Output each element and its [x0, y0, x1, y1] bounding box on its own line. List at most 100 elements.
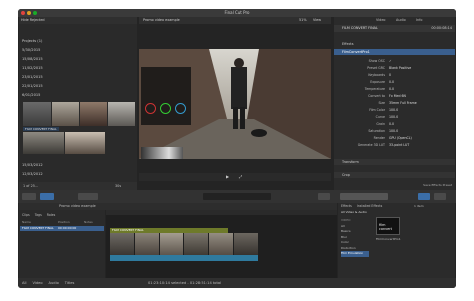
histogram [141, 147, 183, 159]
timeline-header: Promo video example [19, 203, 337, 210]
app-window: Final Cut Pro Hide Rejected Projects (1)… [18, 9, 456, 288]
inspector-panel: Video Audio Info FILM CONVERT FINAL 00:0… [334, 17, 455, 191]
clip-title: FILM CONVERT FINAL [342, 26, 378, 30]
param-checkbox[interactable]: ✓ [389, 59, 392, 63]
color-wheel-icon[interactable] [145, 103, 156, 114]
fullscreen-icon[interactable]: ⤢ [239, 173, 242, 181]
timecode-display[interactable] [203, 193, 271, 200]
param-value[interactable]: 0.0 [389, 122, 394, 126]
param-value[interactable]: 35mm Full Frame [389, 101, 417, 105]
clip-filmstrip[interactable] [23, 132, 105, 154]
audio-waveform[interactable] [110, 255, 258, 261]
param-label: Exposure [370, 80, 385, 84]
clip-name-label: FILM CONVERT FINAL [23, 127, 59, 131]
transitions-button[interactable] [434, 193, 446, 200]
param-label: Grain [376, 122, 385, 126]
effects-browser: Effects Installed Effects All Video & Au… [338, 203, 455, 278]
param-label: Film Color [369, 108, 385, 112]
tab-clips[interactable]: Clips [22, 213, 30, 217]
timeline-title: Promo video example [59, 204, 96, 208]
viewer-header: Promo video example 51% View [139, 17, 331, 24]
effect-thumbnail[interactable]: film convert [376, 217, 400, 235]
color-scopes-overlay [141, 67, 191, 125]
tab-audio[interactable]: Audio [396, 17, 406, 24]
event-item[interactable]: 6/01/2015 [22, 93, 40, 97]
tab-tags[interactable]: Tags [35, 213, 42, 217]
event-item[interactable]: 12/03/2012 [22, 172, 43, 176]
table-row[interactable]: FILM CONVERT FINAL 00:00:00:00 [20, 226, 104, 231]
color-wheel-icon[interactable] [160, 103, 171, 114]
section-effects[interactable]: Effects [334, 41, 455, 47]
event-item[interactable]: 15/08/2015 [22, 57, 43, 61]
param-label: Keyboards [368, 73, 385, 77]
section-transform[interactable]: Transform [334, 159, 455, 165]
footer-tab[interactable]: Video [32, 278, 42, 288]
event-item[interactable]: 5/30/2015 [22, 48, 40, 52]
timeline-ruler [106, 210, 337, 215]
param-label: Curve [375, 115, 385, 119]
section-crop[interactable]: Crop [334, 172, 455, 178]
edit-tools-button[interactable] [78, 193, 98, 200]
section-filmconvert[interactable]: FilmConvertPro1 [334, 49, 455, 55]
status-bar: All Video Audio Titles 01:23:10:14 selec… [18, 278, 456, 288]
zoom-label: 1 of 25... [23, 184, 39, 188]
column-header[interactable]: Name [22, 220, 31, 224]
footer-tab[interactable]: All [22, 278, 26, 288]
effects-filter[interactable]: All Video & Audio [341, 210, 367, 214]
save-effects-preset-button[interactable]: Save Effects Preset [423, 183, 452, 187]
tab-roles[interactable]: Roles [47, 213, 56, 217]
viewer-canvas[interactable] [139, 49, 331, 159]
play-button[interactable]: ▶ [226, 173, 229, 181]
effects-browser-button[interactable] [418, 193, 430, 200]
event-item[interactable]: 11/02/2015 [22, 66, 43, 70]
effects-count: 1 item [414, 204, 424, 208]
timeline-index: Clips Tags Roles Name Position Notes FIL… [19, 210, 105, 278]
library-filter[interactable]: Hide Rejected [19, 17, 137, 24]
viewer-zoom[interactable]: 51% [299, 17, 307, 24]
tab-info[interactable]: Info [416, 17, 422, 24]
tab-video[interactable]: Video [376, 17, 386, 24]
param-value[interactable]: Blank Positive [389, 66, 411, 70]
param-value[interactable]: 100.0 [389, 115, 398, 119]
param-label: Render [373, 136, 385, 140]
footer-tab[interactable]: Titles [65, 278, 75, 288]
timeline-clip[interactable] [110, 233, 258, 255]
param-value[interactable]: 0.0 [389, 87, 394, 91]
clip-filmstrip[interactable] [23, 102, 135, 126]
effects-category-list: VIDEO All Basics Blur Color Distortion F… [341, 218, 369, 257]
param-value[interactable]: Fx Med 6N [389, 94, 406, 98]
event-item[interactable]: 23/01/2015 [22, 75, 43, 79]
param-label: Size [378, 101, 385, 105]
event-item[interactable]: 15/03/2012 [22, 163, 43, 167]
param-value[interactable]: 33-point LUT [389, 143, 409, 147]
column-header[interactable]: Position [58, 220, 70, 224]
param-value[interactable]: 0.0 [389, 80, 394, 84]
import-button[interactable] [22, 193, 36, 200]
param-value[interactable]: 100.0 [389, 129, 398, 133]
event-item[interactable]: 22/01/2015 [22, 84, 43, 88]
view-menu[interactable]: View [313, 17, 321, 24]
status-text: 01:23:10:14 selected - 01:28:51:14 total [148, 281, 222, 285]
playback-controls: ▶ ⤢ [139, 173, 331, 181]
retime-button[interactable] [318, 193, 330, 200]
param-label: Temperature [364, 87, 385, 91]
param-label: Convert to [368, 94, 385, 98]
view-switcher[interactable] [340, 193, 388, 200]
column-header[interactable]: Notes [84, 220, 93, 224]
param-value[interactable]: GPU (OpenCL) [389, 136, 412, 140]
effect-logo: film convert [379, 223, 392, 231]
category-item[interactable]: Film Emulation [341, 251, 369, 257]
keyword-button[interactable] [40, 193, 54, 200]
color-wheel-icon[interactable] [175, 103, 186, 114]
timeline[interactable]: FILM CONVERT FINAL [106, 210, 337, 278]
param-value[interactable]: 0 [389, 73, 391, 77]
tab-installed-effects[interactable]: Installed Effects [357, 204, 382, 208]
clip-timecode: 00:00:08:14 [431, 26, 452, 30]
param-label: Generate 3D LUT [357, 143, 385, 147]
tab-effects[interactable]: Effects [341, 204, 352, 208]
param-value[interactable]: 100.0 [389, 108, 398, 112]
footer-tab[interactable]: Audio [49, 278, 59, 288]
param-label: Saturation [368, 129, 385, 133]
event-projects[interactable]: Projects (1) [22, 39, 42, 43]
main-toolbar [18, 190, 456, 203]
